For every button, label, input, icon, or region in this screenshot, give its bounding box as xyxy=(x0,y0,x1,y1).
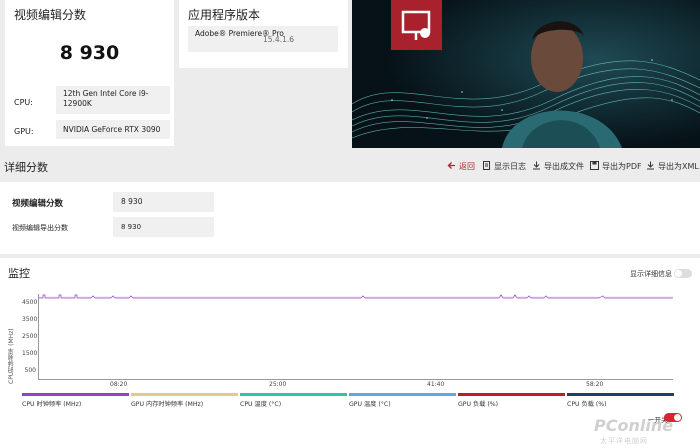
legend-gpu-temp[interactable]: GPU 温度 (°C) xyxy=(349,393,456,408)
y-tick: 2500 xyxy=(22,333,38,340)
legend-swatch xyxy=(458,393,565,396)
export-pdf-button[interactable]: 导出为PDF xyxy=(590,161,642,172)
legend-cpu-temp[interactable]: CPU 温度 (°C) xyxy=(240,393,347,408)
y-tick: 4500 xyxy=(22,299,38,306)
x-tick: 58:20 xyxy=(586,381,604,388)
video-edit-score-label: 视频编辑分数 xyxy=(12,199,64,209)
legend-swatch xyxy=(349,393,456,396)
legend-swatch xyxy=(22,393,129,396)
save-icon xyxy=(590,161,599,170)
gpu-label: GPU: xyxy=(14,127,34,136)
score-card: 视频编辑分数 8 930 CPU: 12th Gen Intel Core i9… xyxy=(5,0,174,146)
monitor-logo-icon xyxy=(401,10,431,40)
detail-title: 详细分数 xyxy=(4,161,48,174)
legend-label: GPU 温度 (°C) xyxy=(349,401,391,408)
x-tick: 25:00 xyxy=(269,381,287,388)
app-version-card: 应用程序版本 Adobe® Premiere® Pro 15.4.1.6 xyxy=(179,0,348,68)
score-card-title: 视频编辑分数 xyxy=(14,8,87,22)
monitor-panel: 监控 显示详细信息 CPU时钟频率 (MHz) 4500 3500 2500 1… xyxy=(0,258,700,448)
gpu-value: NVIDIA GeForce RTX 3090 xyxy=(56,120,170,139)
show-details-label: 显示详细信息 xyxy=(630,270,672,278)
export-pdf-label: 导出为PDF xyxy=(602,162,642,171)
legend-label: CPU 负载 (%) xyxy=(567,401,607,408)
video-edit-score-value: 8 930 xyxy=(113,192,214,212)
app-card-title: 应用程序版本 xyxy=(188,8,261,22)
y-tick: 500 xyxy=(24,367,36,374)
watermark-logo: PConline xyxy=(594,416,674,435)
legend-label: GPU 内存时钟频率 (MHz) xyxy=(131,401,204,408)
legend-swatch xyxy=(240,393,347,396)
legend-gpu-mem-clock[interactable]: GPU 内存时钟频率 (MHz) xyxy=(131,393,238,408)
video-export-score-value: 8 930 xyxy=(113,217,214,237)
legend-gpu-load[interactable]: GPU 负载 (%) xyxy=(458,393,565,408)
app-version: 15.4.1.6 xyxy=(263,35,295,44)
export-xml-button[interactable]: 导出为XML xyxy=(646,161,699,172)
legend-swatch xyxy=(567,393,674,396)
overall-score: 8 930 xyxy=(59,42,120,64)
export-file-label: 导出成文件 xyxy=(544,162,584,171)
watermark-subtitle: 太平洋电脑网 xyxy=(600,437,648,445)
video-export-score-label: 视频编辑导出分数 xyxy=(12,224,68,232)
export-xml-label: 导出为XML xyxy=(658,162,699,171)
show-log-button[interactable]: 显示日志 xyxy=(482,161,526,172)
back-button[interactable]: 返回 xyxy=(447,161,475,172)
y-tick: 3500 xyxy=(22,316,38,323)
legend-label: GPU 负载 (%) xyxy=(458,401,499,408)
legend-swatch xyxy=(131,393,238,396)
y-axis-label: CPU时钟频率 (MHz) xyxy=(8,328,15,384)
cpu-value: 12th Gen Intel Core i9-12900K xyxy=(56,86,170,114)
detail-header: 详细分数 返回 显示日志 导出成文件 导出为PDF 导出为XML xyxy=(0,150,700,182)
legend-label: CPU 时钟频率 (MHz) xyxy=(22,401,82,408)
document-icon xyxy=(482,161,491,170)
legend-cpu-load[interactable]: CPU 负载 (%) xyxy=(567,393,674,408)
legend-label: CPU 温度 (°C) xyxy=(240,401,282,408)
monitor-chart xyxy=(38,294,673,380)
x-tick: 41:40 xyxy=(427,381,445,388)
show-log-label: 显示日志 xyxy=(494,162,526,171)
cpu-clock-line xyxy=(39,294,673,299)
cpu-label: CPU: xyxy=(14,98,33,107)
app-logo xyxy=(391,0,442,50)
download-icon xyxy=(532,161,541,170)
back-arrow-icon xyxy=(447,161,456,170)
back-label: 返回 xyxy=(459,162,475,171)
download-icon xyxy=(646,161,655,170)
show-details-toggle[interactable] xyxy=(674,269,692,278)
legend-cpu-clock[interactable]: CPU 时钟频率 (MHz) xyxy=(22,393,129,408)
monitor-title: 监控 xyxy=(8,267,30,280)
x-tick: 08:20 xyxy=(110,381,128,388)
hero-image xyxy=(352,0,700,148)
y-tick: 1500 xyxy=(22,350,38,357)
export-file-button[interactable]: 导出成文件 xyxy=(532,161,584,172)
detail-scores: 视频编辑分数 8 930 视频编辑导出分数 8 930 xyxy=(0,182,700,254)
